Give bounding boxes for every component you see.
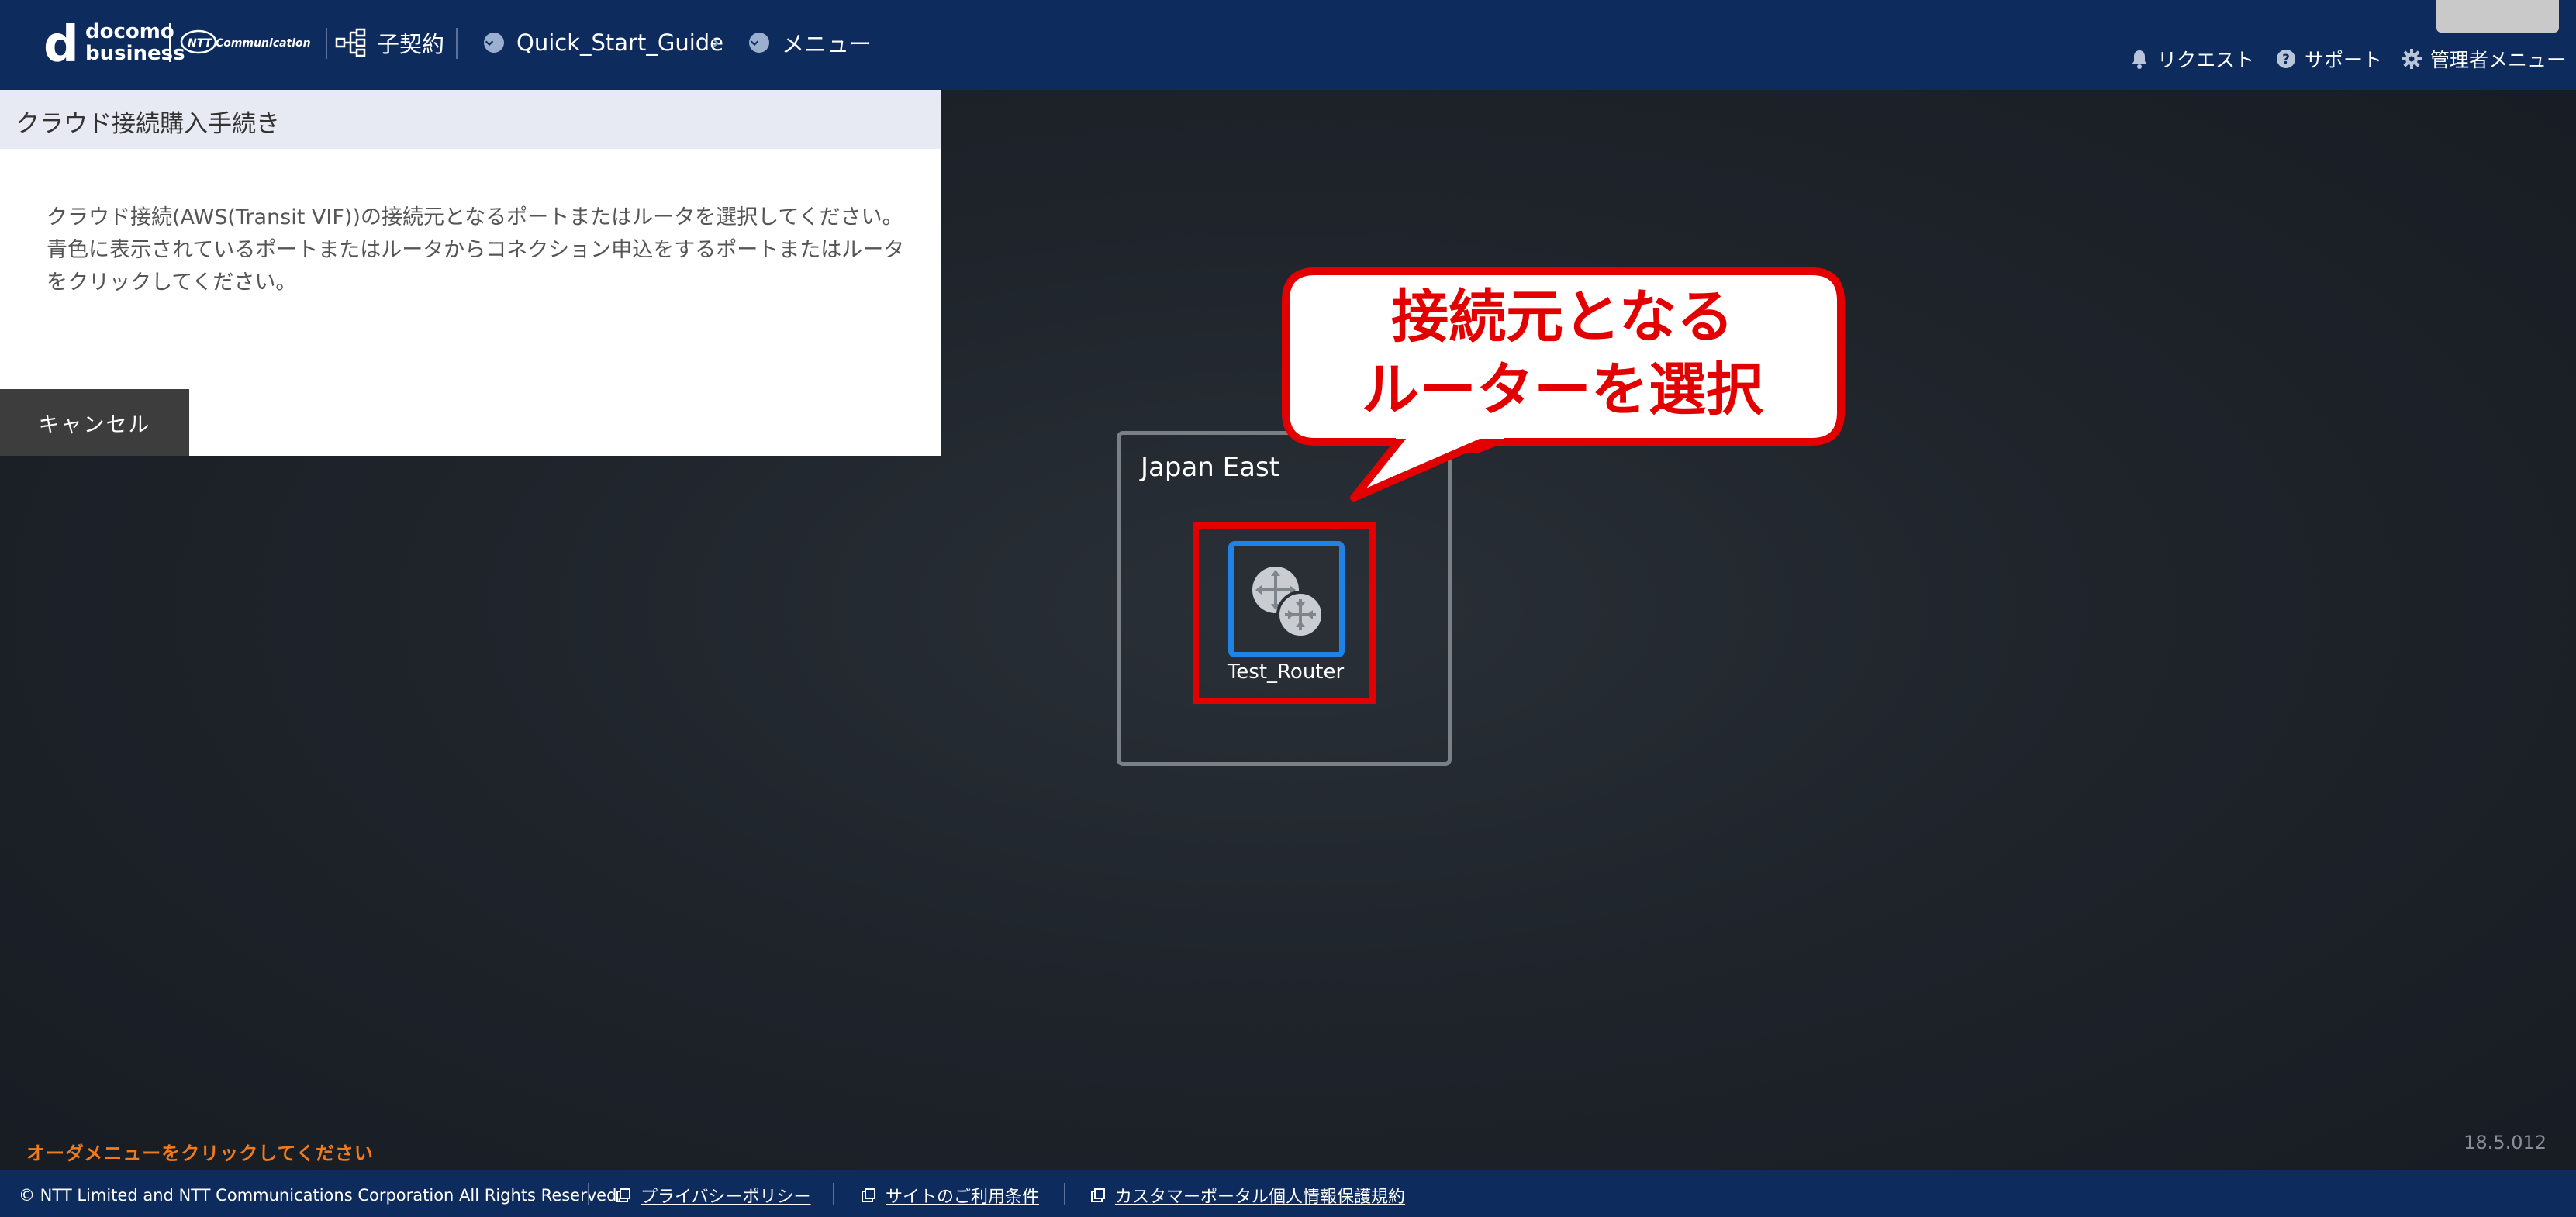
callout-text: 接続元となる ルーターを選択	[1287, 281, 1838, 426]
footer-bar: © NTT Limited and NTT Communications Cor…	[0, 1170, 2576, 1217]
bell-icon	[2129, 48, 2150, 70]
logo-divider	[169, 23, 171, 62]
nav-contract-label: 子契約	[377, 31, 445, 57]
privacy-policy-link[interactable]: プライバシーポリシー	[616, 1183, 811, 1208]
panel-instructions: クラウド接続(AWS(Transit VIF))の接続元となるポートまたはルータ…	[47, 202, 907, 299]
nav-guide-dropdown[interactable]: Quick_Start_Guide	[484, 23, 723, 62]
site-terms-link[interactable]: サイトのご利用条件	[861, 1183, 1039, 1208]
docomo-logo-mark: d	[43, 16, 79, 74]
cancel-button[interactable]: キャンセル	[0, 389, 189, 456]
portal-privacy-link[interactable]: カスタマーポータル個人情報保護規約	[1090, 1183, 1405, 1208]
instruction-line-2: 青色に表示されているポートまたはルータからコネクション申込をするポートまたはルー…	[47, 238, 905, 295]
support-link[interactable]: ? サポート	[2275, 43, 2382, 74]
panel-title: クラウド接続購入手続き	[16, 110, 280, 138]
request-label: リクエスト	[2157, 49, 2255, 71]
router-tile[interactable]	[1228, 541, 1345, 657]
instruction-line-1: クラウド接続(AWS(Transit VIF))の接続元となるポートまたはルータ…	[47, 205, 903, 229]
router-name: Test_Router	[1227, 660, 1345, 684]
chevron-down-icon	[484, 33, 504, 53]
version-label: 18.5.012	[2464, 1132, 2547, 1153]
footer-separator	[833, 1183, 834, 1205]
svg-text:NTT Communications: NTT Communications	[188, 37, 310, 50]
panel-header: クラウド接続購入手続き	[0, 90, 941, 149]
privacy-policy-label: プライバシーポリシー	[641, 1188, 811, 1207]
corner-tab[interactable]	[2436, 0, 2559, 33]
router-icon	[1252, 567, 1324, 639]
header-separator	[456, 28, 458, 59]
support-label: サポート	[2305, 49, 2383, 71]
callout-line-1: 接続元となる	[1391, 284, 1734, 350]
region-title: Japan East	[1141, 452, 1279, 483]
chevron-down-icon	[749, 33, 769, 53]
help-icon: ?	[2275, 48, 2297, 70]
callout-line-2: ルーターを選択	[1362, 357, 1763, 423]
header-bar: d docomo business NTT Communications 子契約…	[0, 0, 2576, 90]
docomo-logo-text: docomo	[85, 20, 174, 43]
gear-icon	[2401, 48, 2422, 70]
nav-guide-label: Quick_Start_Guide	[516, 29, 724, 56]
request-link[interactable]: リクエスト	[2129, 43, 2254, 74]
docomo-business-logo: d docomo business	[43, 17, 185, 70]
ntt-communications-logo: NTT Communications	[180, 29, 310, 54]
footer-separator	[1064, 1183, 1065, 1205]
procedure-panel: クラウド接続購入手続き クラウド接続(AWS(Transit VIF))の接続元…	[0, 90, 941, 456]
admin-menu-link[interactable]: 管理者メニュー	[2401, 43, 2566, 74]
external-link-icon	[861, 1188, 876, 1203]
site-terms-label: サイトのご利用条件	[886, 1188, 1040, 1207]
portal-privacy-label: カスタマーポータル個人情報保護規約	[1115, 1188, 1406, 1207]
nav-contract-button[interactable]: 子契約	[335, 23, 444, 62]
hierarchy-icon	[335, 28, 366, 57]
nav-menu-dropdown[interactable]: メニュー	[749, 23, 872, 62]
order-menu-hint: オーダメニューをクリックしてください	[26, 1143, 374, 1164]
breadcrumb-arrow-icon: ›	[710, 27, 720, 57]
header-separator	[326, 28, 327, 59]
footer-separator	[588, 1183, 589, 1205]
external-link-icon	[1090, 1188, 1106, 1203]
copyright-text: © NTT Limited and NTT Communications Cor…	[19, 1186, 623, 1205]
admin-menu-label: 管理者メニュー	[2430, 49, 2567, 71]
nav-menu-label: メニュー	[782, 31, 872, 57]
svg-text:?: ?	[2282, 52, 2290, 67]
external-link-icon	[616, 1188, 631, 1203]
